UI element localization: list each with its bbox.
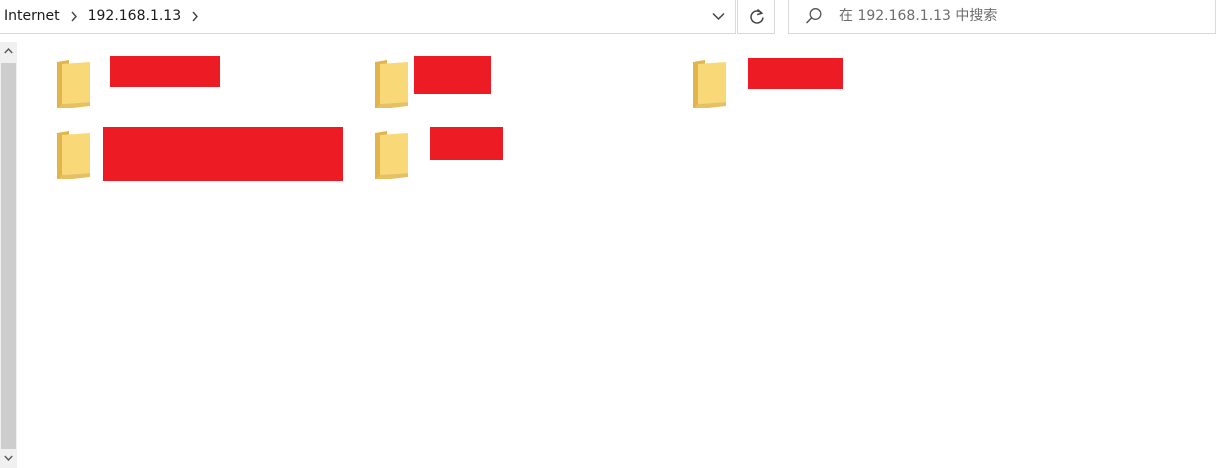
folder-icon — [693, 60, 726, 108]
chevron-right-icon[interactable] — [70, 0, 80, 32]
refresh-icon — [750, 8, 764, 24]
scroll-thumb[interactable] — [1, 63, 16, 449]
chevron-right-icon[interactable] — [191, 0, 201, 32]
chevron-down-icon — [4, 455, 13, 461]
breadcrumb-item-internet[interactable]: Internet — [4, 8, 64, 24]
folder-item[interactable] — [372, 127, 512, 187]
search-icon — [805, 8, 822, 24]
chevron-up-icon — [4, 48, 13, 54]
refresh-button[interactable] — [737, 0, 775, 34]
search-input[interactable]: 在 192.168.1.13 中搜索 — [788, 0, 1216, 34]
folder-item[interactable] — [54, 56, 224, 116]
address-history-dropdown-button[interactable] — [703, 0, 735, 33]
folder-name-redacted — [103, 127, 343, 181]
folder-name-redacted — [110, 56, 220, 87]
scroll-up-button[interactable] — [0, 42, 17, 62]
folder-icon — [375, 60, 408, 108]
scroll-down-button[interactable] — [0, 449, 17, 468]
search-placeholder: 在 192.168.1.13 中搜索 — [839, 8, 998, 24]
folder-name-redacted — [430, 127, 503, 160]
toolbar: Internet 192.168.1.13 在 192.168.1.13 中搜索 — [0, 0, 1227, 36]
folder-name-redacted — [748, 58, 843, 89]
folder-name-redacted — [414, 56, 491, 94]
breadcrumb: Internet 192.168.1.13 — [4, 0, 209, 32]
vertical-scrollbar[interactable] — [0, 42, 17, 468]
folder-item[interactable] — [54, 127, 354, 187]
address-bar[interactable]: Internet 192.168.1.13 — [0, 0, 736, 34]
breadcrumb-item-host[interactable]: 192.168.1.13 — [88, 8, 186, 24]
folder-view — [17, 42, 1227, 468]
folder-item[interactable] — [372, 56, 512, 116]
folder-icon — [57, 60, 90, 108]
folder-icon — [57, 131, 90, 179]
folder-item[interactable] — [690, 56, 850, 116]
folder-icon — [375, 131, 408, 179]
chevron-down-icon — [712, 12, 725, 21]
